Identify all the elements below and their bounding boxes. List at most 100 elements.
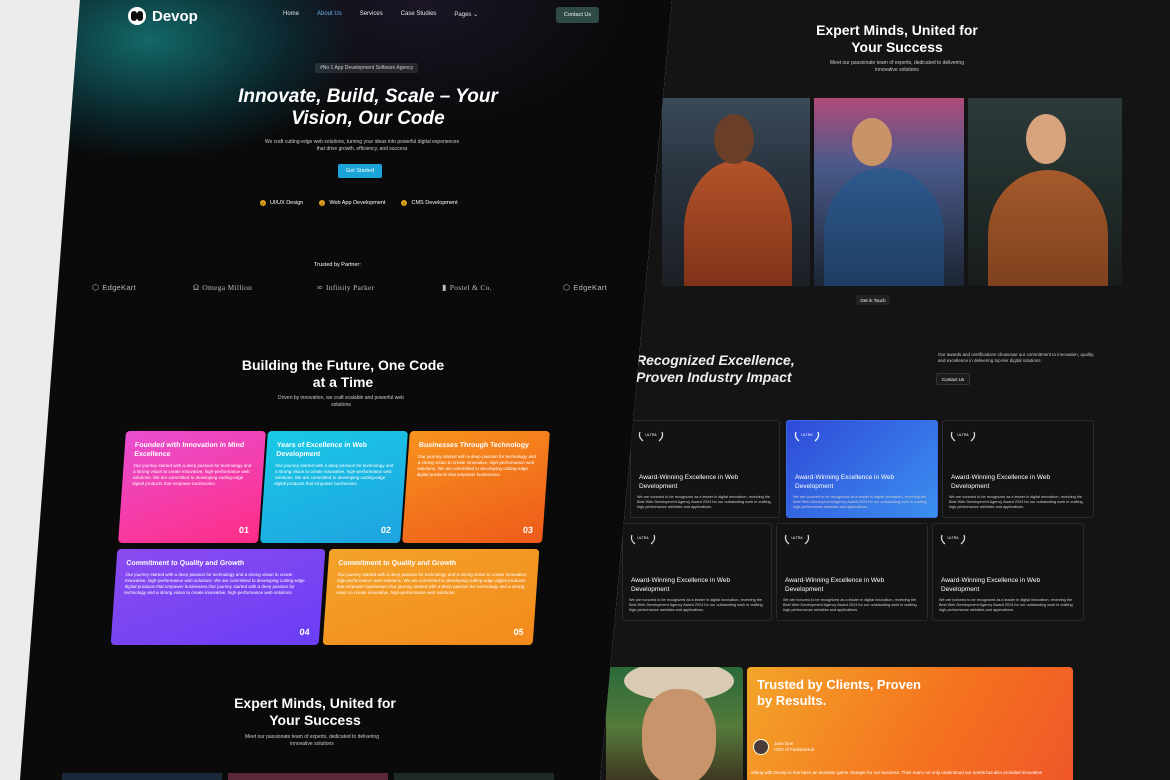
building-title: Building the Future, One Code at a Time [241,357,445,390]
avatar [753,739,769,755]
card-number: 01 [238,525,250,535]
nav-case-studies[interactable]: Case Studies [401,11,437,18]
award-text: We are honored to be recognized as a lea… [629,598,763,612]
laurel-icon: ULTRA [629,532,657,545]
person-figure [824,168,944,286]
hero-glow [60,0,620,260]
feature-card[interactable]: Commitment to Quality and Growth Our jou… [110,549,326,645]
nav-about[interactable]: About Us [317,11,342,18]
edgekart-icon: ⬡ [563,283,571,292]
card-number: 03 [522,525,534,535]
svg-text:ULTRA: ULTRA [637,536,649,540]
client-photo [606,667,743,780]
award-title: Award-Winning Excellence in Web Developm… [951,474,1051,490]
laurel-icon: ULTRA [783,532,811,545]
feature-list: ✓ UI/UX Design ✓ Web App Development ✓ CMS … [260,200,458,206]
award-title: Award-Winning Excellence in Web Developm… [639,474,739,490]
recognition-title: Recognized Excellence, Proven Industry I… [636,352,795,385]
card-title: Years of Excellence in Web Development [276,442,368,458]
award-card[interactable]: ULTRA Award-Winning Excellence in Web De… [932,523,1084,621]
logo-icon [128,7,146,25]
award-title: Award-Winning Excellence in Web Developm… [941,577,1041,593]
partner-logo: ⬡ EdgeKart [92,283,136,292]
author-role: CEO of FashionHub [774,747,815,752]
feature-card[interactable]: Commitment to Quality and Growth Our jou… [322,549,540,645]
check-icon: ✓ [401,200,408,206]
award-text: We are honored to be recognized as a lea… [949,495,1083,509]
award-card-active[interactable]: ULTRA Award-Winning Excellence in Web De… [786,420,938,518]
team-member-photo[interactable] [662,98,810,286]
partner-logo: Ω Omega Million [193,283,253,292]
card-number: 02 [380,525,392,535]
testimonial-card: Trusted by Clients, Proven by Results. J… [747,667,1073,780]
postel-icon: ▮ [442,283,447,292]
laurel-icon: ULTRA [793,429,821,442]
partner-logo: ▮ Postel & Co. [442,283,492,292]
team-member-photo[interactable] [814,98,964,286]
svg-text:ULTRA: ULTRA [947,536,959,540]
award-card[interactable]: ULTRA Award-Winning Excellence in Web De… [776,523,928,621]
team-subtitle: Meet our passionate team of experts, ded… [830,60,964,73]
award-title: Award-Winning Excellence in Web Developm… [795,474,895,490]
omega-icon: Ω [193,283,200,292]
person-head [1026,114,1066,164]
team-photo-thumb [228,773,388,780]
edgekart-icon: ⬡ [92,283,100,292]
card-title: Commitment to Quality and Growth [338,560,457,567]
logo[interactable]: Devop [128,7,198,25]
recognition-description: Our awards and certifications showcase o… [938,352,1095,363]
feature-item: ✓ Web App Development [319,200,386,206]
team-subtitle: Meet our passionate team of experts, ded… [245,734,379,747]
card-text: Our journey started with a deep passion … [124,572,305,595]
award-text: We are honored to be recognized as a lea… [793,495,927,509]
partner-logo: ∞ Infinity Parker [317,283,375,292]
person-head [714,114,754,164]
testimonial-title: Trusted by Clients, Proven by Results. [757,677,921,708]
testimonial-author: Jane Doe CEO of FashionHub [753,739,814,755]
testimonial-quote: orking with Devop.io has been an absolut… [751,770,1043,775]
nav-home[interactable]: Home [283,11,299,18]
card-number: 04 [299,627,310,637]
trusted-label: Trusted by Partner: [314,262,361,268]
award-card[interactable]: ULTRA Award-Winning Excellence in Web De… [622,523,772,621]
person-head [852,118,892,166]
card-text: Our journey started with a deep passion … [336,572,528,595]
team-title: Expert Minds, United for Your Success [816,22,978,55]
award-text: We are honored to be recognized as a lea… [939,598,1073,612]
award-card[interactable]: ULTRA Award-Winning Excellence in Web De… [630,420,780,518]
main-nav: Home About Us Services Case Studies Page… [283,11,478,18]
building-subtitle: Driven by innovation, we craft scalable … [278,395,404,408]
nav-services[interactable]: Services [360,11,383,18]
card-text: Our journey started with a deep passion … [274,463,394,486]
award-text: We are honored to be recognized as a lea… [783,598,917,612]
award-card[interactable]: ULTRA Award-Winning Excellence in Web De… [942,420,1094,518]
team-member-photo[interactable] [968,98,1122,286]
feature-card[interactable]: Founded with Innovation in Mind Excellen… [118,431,266,543]
svg-text:ULTRA: ULTRA [791,536,803,540]
feature-card[interactable]: Businesses Through Technology Our journe… [402,431,550,543]
laurel-icon: ULTRA [637,429,665,442]
nav-pages[interactable]: Pages ⌄ [454,11,478,18]
award-title: Award-Winning Excellence in Web Developm… [785,577,885,593]
check-icon: ✓ [260,200,266,206]
card-title: Commitment to Quality and Growth [126,560,245,567]
svg-text:ULTRA: ULTRA [801,433,813,437]
svg-text:ULTRA: ULTRA [957,433,969,437]
chevron-down-icon: ⌄ [473,12,479,18]
team-photo-thumb [62,773,222,780]
contact-us-button[interactable]: Contact Us [936,373,970,385]
laurel-icon: ULTRA [939,532,967,545]
team-photo-thumb [394,773,554,780]
get-started-button[interactable]: Get Started [338,164,382,178]
feature-item: ✓ UI/UX Design [260,200,304,206]
feature-card[interactable]: Years of Excellence in Web Development O… [260,431,408,543]
team-title: Expert Minds, United for Your Success [234,695,396,728]
get-in-touch-button[interactable]: Get in Touch [856,295,890,305]
contact-us-button[interactable]: Contact Us [556,7,599,23]
card-text: Our journey started with a deep passion … [416,454,537,477]
card-text: Our journey started with a deep passion … [132,463,252,486]
laurel-icon: ULTRA [949,429,977,442]
card-title: Businesses Through Technology [418,442,530,449]
hero-badge: #No 1 App Development Software Agency [315,63,419,73]
hero-subtitle: We craft cutting-edge web solutions, tur… [264,139,460,152]
